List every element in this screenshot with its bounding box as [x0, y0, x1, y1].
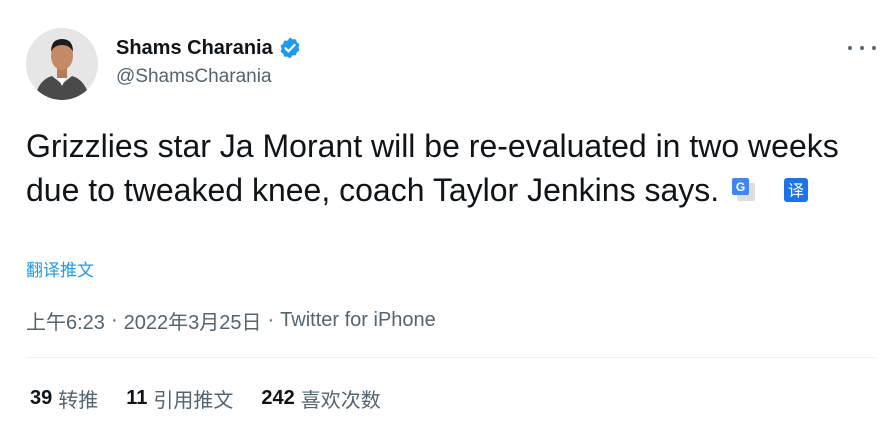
svg-text:译: 译 — [788, 181, 804, 200]
avatar[interactable] — [26, 28, 98, 100]
author-name-row[interactable]: Shams Charania — [116, 36, 302, 60]
tweet-date[interactable]: 2022年3月25日 — [124, 306, 262, 335]
divider — [26, 357, 876, 358]
more-options-icon[interactable] — [848, 38, 876, 58]
likes-count: 242 — [261, 387, 295, 409]
retweets-label: 转推 — [58, 390, 99, 412]
more-dot — [860, 46, 864, 50]
more-dot — [848, 46, 852, 50]
translate-icon[interactable]: 译 — [783, 177, 809, 203]
quotes-stat[interactable]: 11 引用推文 — [126, 384, 233, 413]
likes-label: 喜欢次数 — [300, 390, 381, 412]
author-display-name[interactable]: Shams Charania — [116, 37, 273, 60]
quotes-count: 11 — [126, 387, 148, 409]
translate-tweet-link[interactable]: 翻译推文 — [26, 256, 94, 281]
quotes-label: 引用推文 — [153, 390, 234, 412]
meta-separator: · — [110, 309, 118, 331]
retweets-stat[interactable]: 39 转推 — [30, 384, 98, 413]
tweet-text: Grizzlies star Ja Morant will be re-eval… — [26, 128, 839, 208]
svg-text:G: G — [736, 180, 745, 194]
google-translate-icon[interactable]: G — [731, 177, 757, 203]
more-dot — [872, 46, 876, 50]
retweets-count: 39 — [30, 387, 53, 409]
verified-badge-icon — [280, 37, 300, 59]
likes-stat[interactable]: 242 喜欢次数 — [261, 384, 380, 413]
author-handle[interactable]: @ShamsCharania — [116, 66, 272, 88]
tweet-meta: 上午6:23 · 2022年3月25日 · Twitter for iPhone — [26, 306, 436, 335]
tweet-source[interactable]: Twitter for iPhone — [280, 309, 436, 332]
tweet-stats: 39 转推 11 引用推文 242 喜欢次数 — [30, 384, 409, 413]
meta-separator: · — [267, 309, 275, 331]
tweet-time[interactable]: 上午6:23 — [26, 306, 105, 335]
tweet-text-block: Grizzlies star Ja Morant will be re-eval… — [26, 124, 846, 212]
